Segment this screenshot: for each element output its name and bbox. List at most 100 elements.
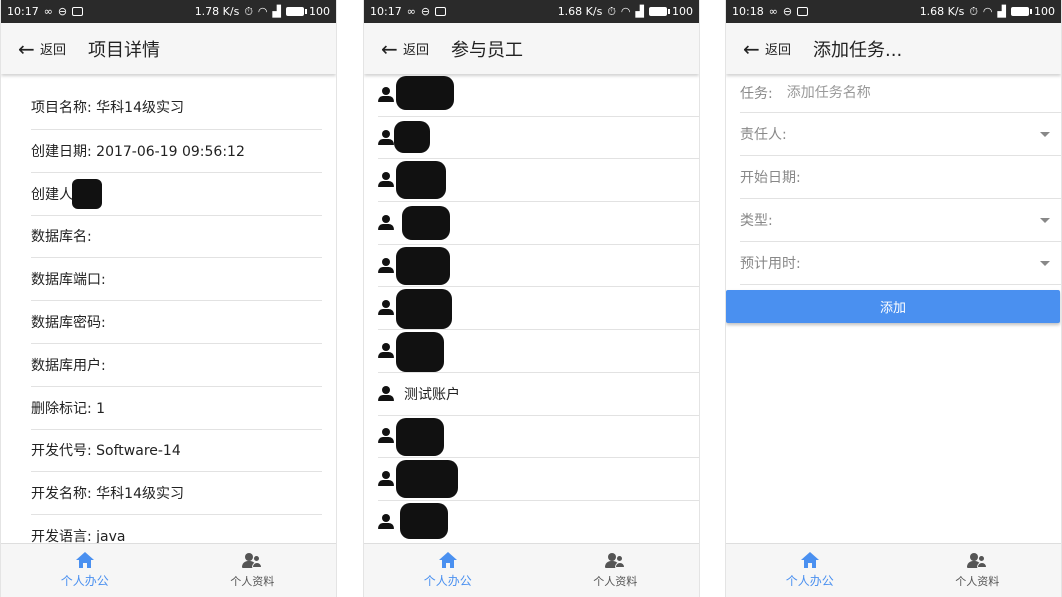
redacted-name — [396, 460, 458, 499]
nav-personal-office[interactable]: 个人办公 — [726, 544, 894, 597]
status-time: 10:18 — [732, 5, 764, 18]
duration-label: 预计用时: — [740, 256, 801, 272]
profile-icon — [967, 552, 988, 569]
employee-row[interactable] — [378, 416, 699, 459]
owner-label: 责任人: — [740, 127, 787, 143]
signal-icon: ▟ — [272, 5, 281, 18]
redacted-name — [396, 417, 444, 456]
detail-row-dev-name: 开发名称: 华科14级实习 — [31, 472, 322, 516]
employee-row[interactable]: 测试账户 — [378, 373, 699, 416]
add-button[interactable]: 添加 — [726, 290, 1060, 323]
nav-personal-profile[interactable]: 个人资料 — [169, 544, 337, 597]
creator-label: 创建人: — [31, 186, 78, 203]
battery-level: 100 — [1034, 5, 1055, 18]
chevron-down-icon[interactable] — [1040, 261, 1050, 266]
image-icon — [435, 7, 447, 16]
employee-row[interactable] — [378, 287, 699, 331]
nav-personal-office[interactable]: 个人办公 — [1, 544, 169, 597]
chevron-down-icon[interactable] — [1040, 132, 1050, 137]
battery-level: 100 — [672, 5, 693, 18]
task-name-input[interactable] — [786, 85, 967, 101]
alarm-icon: ⏱ — [607, 5, 616, 18]
wifi-icon: ◠ — [620, 5, 631, 18]
page-title: 添加任务... — [813, 39, 903, 61]
home-icon — [800, 552, 819, 568]
employee-row[interactable] — [378, 159, 699, 203]
redacted-name — [396, 76, 454, 110]
detail-row-db-user: 数据库用户: — [31, 344, 322, 387]
project-detail-screen: 10:17 ∞ ⊖ 1.78 K/s ⏱ ◠ ▟ 100 ← 返回 项目详情 项… — [1, 0, 336, 597]
profile-icon — [242, 552, 263, 569]
task-label: 任务: — [740, 86, 773, 102]
wifi-icon: ◠ — [982, 5, 993, 18]
start-date-row[interactable]: 开始日期: — [740, 156, 1061, 199]
home-icon — [438, 552, 457, 568]
redacted-name — [394, 120, 430, 153]
nav-personal-office[interactable]: 个人办公 — [364, 544, 532, 597]
status-bar: 10:17 ∞ ⊖ 1.78 K/s ⏱ ◠ ▟ 100 — [1, 0, 336, 23]
nav-personal-profile[interactable]: 个人资料 — [532, 544, 700, 597]
status-time: 10:17 — [370, 5, 402, 18]
type-row[interactable]: 类型: — [740, 199, 1061, 242]
back-arrow-icon[interactable]: ← — [18, 39, 38, 59]
detail-row-dev-code: 开发代号: Software-14 — [31, 430, 322, 473]
redacted-name — [396, 246, 450, 285]
employee-row[interactable] — [378, 245, 699, 288]
back-button[interactable]: 返回 — [765, 39, 791, 58]
back-arrow-icon[interactable]: ← — [743, 39, 763, 59]
home-icon — [75, 552, 94, 568]
sync-icon: ⊖ — [57, 5, 68, 18]
employee-row[interactable] — [378, 117, 699, 160]
nav-office-label: 个人办公 — [60, 574, 109, 588]
detail-row-creator: 创建人: — [31, 173, 322, 216]
battery-icon — [1011, 7, 1032, 16]
profile-icon — [605, 552, 626, 569]
add-task-screen: 10:18 ∞ ⊖ 1.68 K/s ⏱ ◠ ▟ 100 ← 返回 添加任务..… — [726, 0, 1061, 597]
employee-row[interactable] — [378, 74, 699, 117]
employee-row[interactable] — [378, 458, 699, 501]
duration-row[interactable]: 预计用时: — [740, 242, 1061, 285]
person-icon — [378, 129, 394, 146]
detail-row-project-name: 项目名称: 华科14级实习 — [31, 76, 322, 130]
redacted-name — [71, 178, 102, 209]
employee-row[interactable] — [378, 330, 699, 373]
battery-icon — [286, 7, 307, 16]
employee-list-screen: 10:17 ∞ ⊖ 1.68 K/s ⏱ ◠ ▟ 100 ← 返回 参与员工 测… — [364, 0, 699, 597]
signal-icon: ▟ — [997, 5, 1006, 18]
alarm-icon: ⏱ — [969, 5, 978, 18]
employee-name: 测试账户 — [404, 386, 460, 403]
back-arrow-icon[interactable]: ← — [381, 39, 401, 59]
person-icon — [378, 342, 394, 359]
sync-icon: ⊖ — [420, 5, 431, 18]
person-icon — [378, 172, 394, 188]
battery-level: 100 — [309, 5, 330, 18]
redacted-name — [396, 332, 444, 373]
app-bar: ← 返回 添加任务... — [726, 23, 1061, 74]
wifi-icon: ◠ — [257, 5, 268, 18]
owner-row[interactable]: 责任人: — [740, 113, 1061, 156]
back-button[interactable]: 返回 — [403, 39, 429, 58]
redacted-name — [402, 206, 450, 241]
network-speed: 1.68 K/s — [557, 5, 603, 18]
alarm-icon: ⏱ — [244, 5, 253, 18]
page-title: 项目详情 — [88, 39, 161, 61]
detail-row-db-port: 数据库端口: — [31, 258, 322, 302]
nav-personal-profile[interactable]: 个人资料 — [894, 544, 1062, 597]
person-icon — [378, 300, 394, 316]
nav-office-label: 个人办公 — [423, 574, 472, 588]
network-speed: 1.68 K/s — [919, 5, 965, 18]
back-button[interactable]: 返回 — [40, 39, 66, 58]
detail-list: 项目名称: 华科14级实习 创建日期: 2017-06-19 09:56:12 … — [1, 76, 336, 543]
employee-row[interactable] — [378, 202, 699, 245]
task-name-row: 任务: — [740, 74, 1061, 113]
app-bar: ← 返回 项目详情 — [1, 23, 336, 74]
detail-row-db-password: 数据库密码: — [31, 301, 322, 344]
person-icon — [378, 257, 394, 274]
chevron-down-icon[interactable] — [1040, 218, 1050, 223]
employee-row[interactable] — [378, 501, 699, 543]
nav-office-label: 个人办公 — [785, 574, 834, 588]
network-speed: 1.78 K/s — [194, 5, 240, 18]
person-icon — [378, 214, 394, 231]
detail-row-created-date: 创建日期: 2017-06-19 09:56:12 — [31, 130, 322, 173]
infinity-icon: ∞ — [406, 5, 416, 18]
